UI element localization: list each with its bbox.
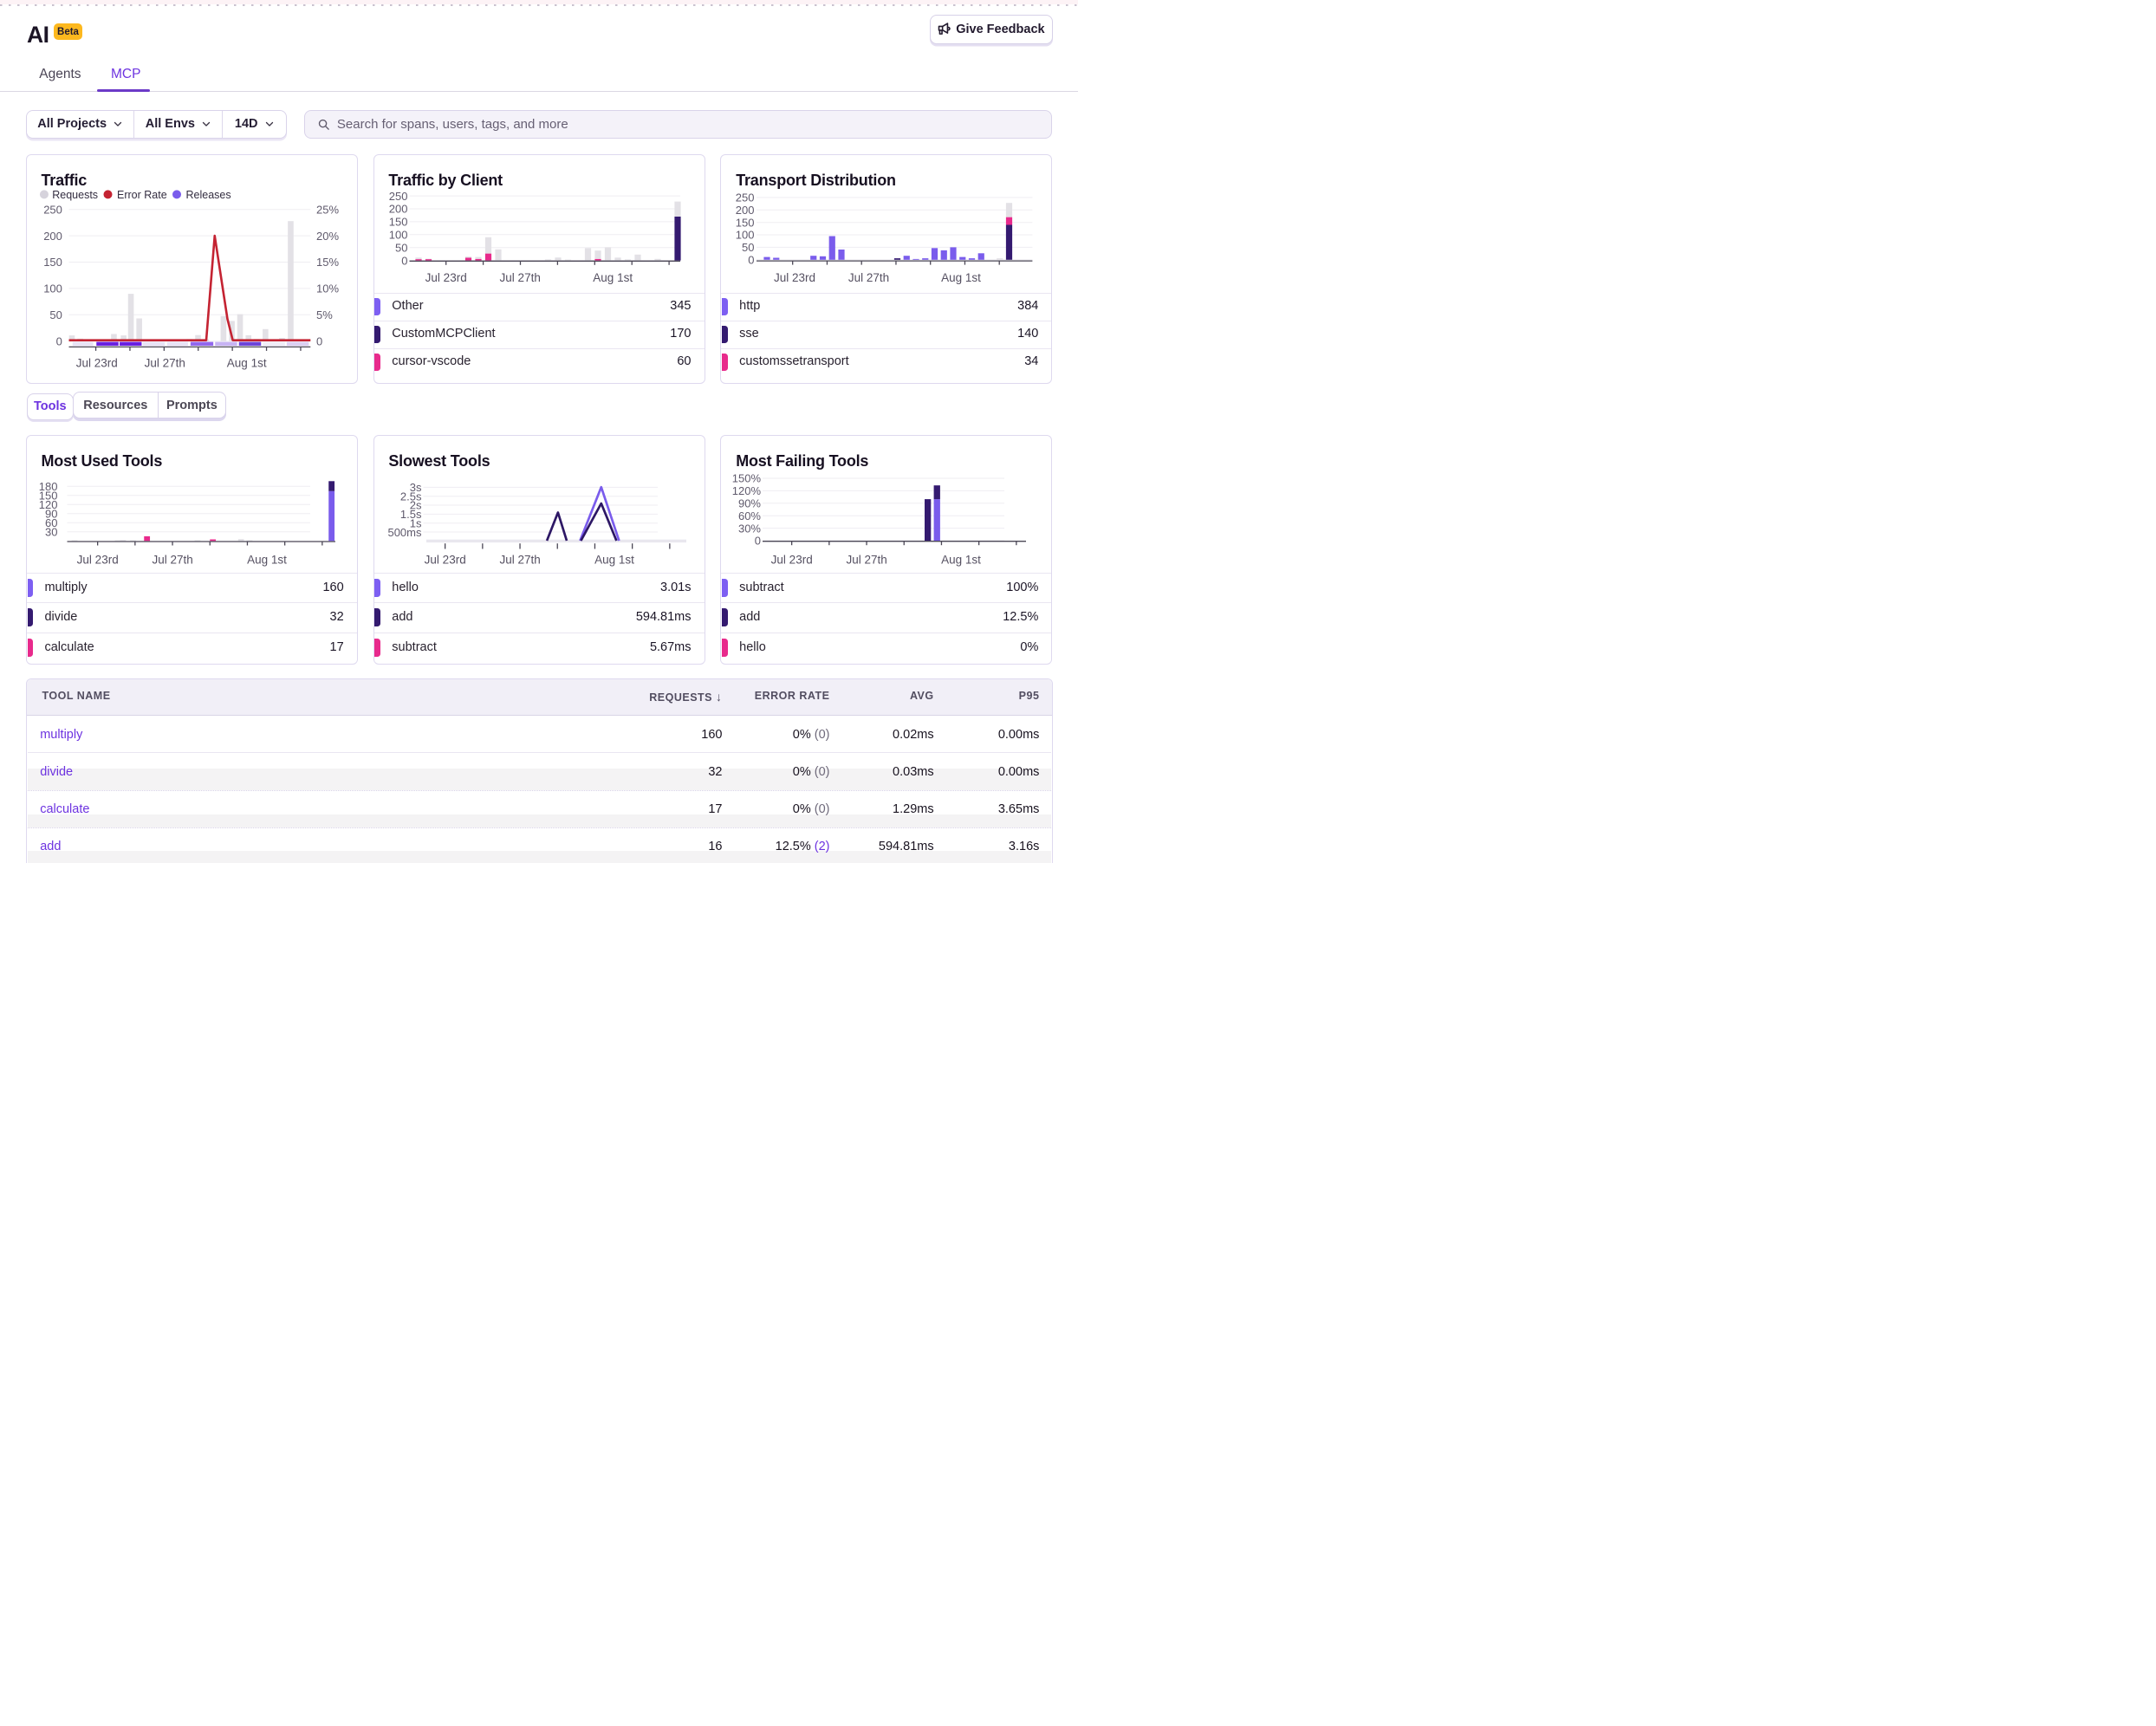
svg-text:50: 50 xyxy=(49,308,62,321)
svg-text:0: 0 xyxy=(316,335,322,348)
svg-text:20%: 20% xyxy=(316,230,339,243)
svg-text:250: 250 xyxy=(388,190,407,203)
svg-text:Jul 23rd: Jul 23rd xyxy=(774,271,815,284)
svg-text:200: 200 xyxy=(388,203,407,216)
svg-text:Jul 27th: Jul 27th xyxy=(848,271,889,284)
svg-text:5%: 5% xyxy=(316,308,333,321)
svg-text:0: 0 xyxy=(755,535,761,548)
svg-text:150: 150 xyxy=(388,216,407,229)
svg-text:Jul 23rd: Jul 23rd xyxy=(424,554,465,567)
svg-text:Jul 27th: Jul 27th xyxy=(499,554,540,567)
svg-text:200: 200 xyxy=(43,230,62,243)
svg-text:90%: 90% xyxy=(738,497,761,510)
svg-text:Jul 27th: Jul 27th xyxy=(144,357,185,370)
svg-text:150%: 150% xyxy=(732,472,762,485)
svg-text:250: 250 xyxy=(736,191,755,204)
svg-text:Jul 27th: Jul 27th xyxy=(499,271,540,284)
svg-text:0: 0 xyxy=(55,335,62,348)
svg-text:150: 150 xyxy=(736,217,755,230)
svg-text:10%: 10% xyxy=(316,282,339,295)
svg-text:60%: 60% xyxy=(738,509,761,522)
svg-text:30%: 30% xyxy=(738,522,761,535)
svg-text:Aug 1st: Aug 1st xyxy=(593,271,633,284)
svg-text:Aug 1st: Aug 1st xyxy=(247,554,287,567)
svg-text:Aug 1st: Aug 1st xyxy=(227,357,267,370)
svg-text:200: 200 xyxy=(736,204,755,217)
svg-text:120%: 120% xyxy=(732,484,762,497)
svg-text:Jul 23rd: Jul 23rd xyxy=(771,554,813,567)
svg-text:100: 100 xyxy=(736,229,755,242)
svg-text:15%: 15% xyxy=(316,256,339,269)
svg-text:Aug 1st: Aug 1st xyxy=(942,271,982,284)
svg-text:180: 180 xyxy=(39,480,58,493)
svg-text:Jul 23rd: Jul 23rd xyxy=(76,554,118,567)
svg-text:500ms: 500ms xyxy=(387,526,422,539)
svg-text:25%: 25% xyxy=(316,204,339,217)
svg-text:150: 150 xyxy=(43,256,62,269)
svg-text:250: 250 xyxy=(43,204,62,217)
svg-text:0: 0 xyxy=(749,254,755,267)
svg-text:Jul 23rd: Jul 23rd xyxy=(76,357,118,370)
svg-text:Aug 1st: Aug 1st xyxy=(594,554,634,567)
svg-text:Jul 27th: Jul 27th xyxy=(152,554,192,567)
svg-text:100: 100 xyxy=(43,282,62,295)
svg-text:Jul 23rd: Jul 23rd xyxy=(425,271,466,284)
svg-text:50: 50 xyxy=(742,241,754,254)
svg-text:100: 100 xyxy=(388,229,407,242)
svg-text:50: 50 xyxy=(395,242,407,255)
svg-text:Jul 27th: Jul 27th xyxy=(847,554,887,567)
svg-text:Aug 1st: Aug 1st xyxy=(942,554,982,567)
svg-text:0: 0 xyxy=(401,255,407,268)
